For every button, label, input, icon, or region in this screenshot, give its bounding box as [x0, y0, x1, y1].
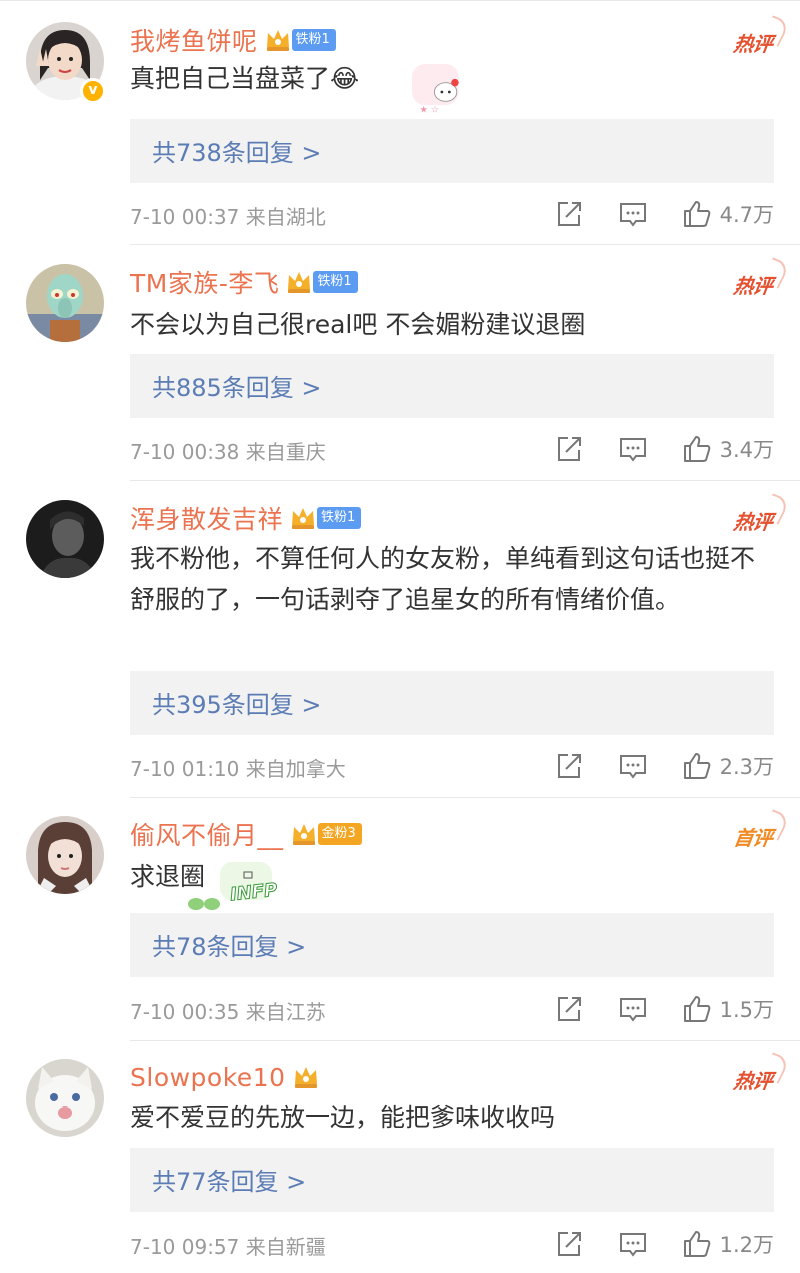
- timestamp-location: 7-10 00:35 来自江苏: [130, 1000, 326, 1024]
- timestamp-location: 7-10 00:38 来自重庆: [130, 440, 326, 464]
- divider: [130, 1040, 800, 1041]
- like-icon[interactable]: [682, 199, 712, 229]
- share-icon[interactable]: [554, 199, 584, 229]
- infp-sticker-icon: INFP: [186, 860, 286, 916]
- svg-text:★ ☆: ★ ☆: [419, 105, 439, 116]
- divider: [130, 244, 800, 245]
- avatar[interactable]: [26, 500, 104, 578]
- like-icon[interactable]: [682, 434, 712, 464]
- timestamp-location: 7-10 00:37 来自湖北: [130, 205, 326, 229]
- username[interactable]: 我烤鱼饼呢: [130, 22, 258, 58]
- timestamp-location: 7-10 09:57 来自新疆: [130, 1235, 326, 1259]
- crown-icon: [292, 508, 315, 529]
- top-divider: [0, 0, 800, 4]
- verified-badge-icon: v: [80, 78, 106, 104]
- laughing-emoji-icon: 😂: [330, 64, 360, 93]
- like-icon[interactable]: [682, 1229, 712, 1259]
- replies-link[interactable]: 共395条回复 >: [130, 671, 774, 735]
- comment-text: 爱不爱豆的先放一边，能把爹味收收吗: [130, 1103, 556, 1132]
- like-count: 1.5万: [719, 998, 774, 1022]
- hot-comment-tag: 热评: [732, 506, 774, 535]
- share-icon[interactable]: [554, 751, 584, 781]
- comment-icon[interactable]: [618, 994, 648, 1024]
- username[interactable]: TM家族-李飞: [130, 264, 279, 300]
- crown-icon: [288, 272, 311, 293]
- divider: [130, 797, 800, 798]
- comment-icon[interactable]: [618, 1229, 648, 1259]
- avatar[interactable]: [26, 264, 104, 342]
- hot-comment-tag: 热评: [732, 1065, 774, 1094]
- divider: [130, 480, 800, 481]
- timestamp-location: 7-10 01:10 来自加拿大: [130, 757, 346, 781]
- share-icon[interactable]: [554, 994, 584, 1024]
- comment-text: 我不粉他，不算任何人的女友粉，单纯看到这句话也挺不舒服的了，一句话剥夺了追星女的…: [130, 544, 756, 614]
- like-icon[interactable]: [682, 994, 712, 1024]
- fan-badge[interactable]: 铁粉1: [291, 29, 336, 51]
- share-icon[interactable]: [554, 434, 584, 464]
- fan-badge[interactable]: 金粉3: [317, 823, 362, 845]
- crown-icon: [266, 30, 289, 51]
- crown-icon: [294, 1067, 317, 1088]
- avatar[interactable]: [26, 1059, 104, 1137]
- first-comment-tag: 首评: [732, 822, 774, 851]
- crown-icon: [292, 824, 315, 845]
- hot-comment-tag: 热评: [732, 270, 774, 299]
- avatar[interactable]: [26, 816, 104, 894]
- hot-comment-tag: 热评: [732, 28, 774, 57]
- like-icon[interactable]: [682, 751, 712, 781]
- replies-link[interactable]: 共77条回复 >: [130, 1148, 774, 1212]
- fan-badge[interactable]: 铁粉1: [317, 507, 362, 529]
- replies-link[interactable]: 共78条回复 >: [130, 913, 774, 977]
- comment-text: 不会以为自己很real吧 不会媚粉建议退圈: [130, 310, 586, 339]
- comment-icon[interactable]: [618, 751, 648, 781]
- fan-badge[interactable]: 铁粉1: [313, 271, 358, 293]
- replies-link[interactable]: 共738条回复 >: [130, 119, 774, 183]
- like-count: 1.2万: [719, 1233, 774, 1257]
- like-count: 4.7万: [719, 203, 774, 227]
- like-count: 2.3万: [719, 755, 774, 779]
- username[interactable]: Slowpoke10: [130, 1063, 286, 1092]
- comment-icon[interactable]: [618, 434, 648, 464]
- like-count: 3.4万: [719, 438, 774, 462]
- comment-icon[interactable]: [618, 199, 648, 229]
- username[interactable]: 偷风不偷月__: [130, 816, 284, 852]
- share-icon[interactable]: [554, 1229, 584, 1259]
- hello-kitty-sticker-icon: ★ ☆: [412, 64, 459, 116]
- replies-link[interactable]: 共885条回复 >: [130, 354, 774, 418]
- username[interactable]: 浑身散发吉祥: [130, 500, 283, 536]
